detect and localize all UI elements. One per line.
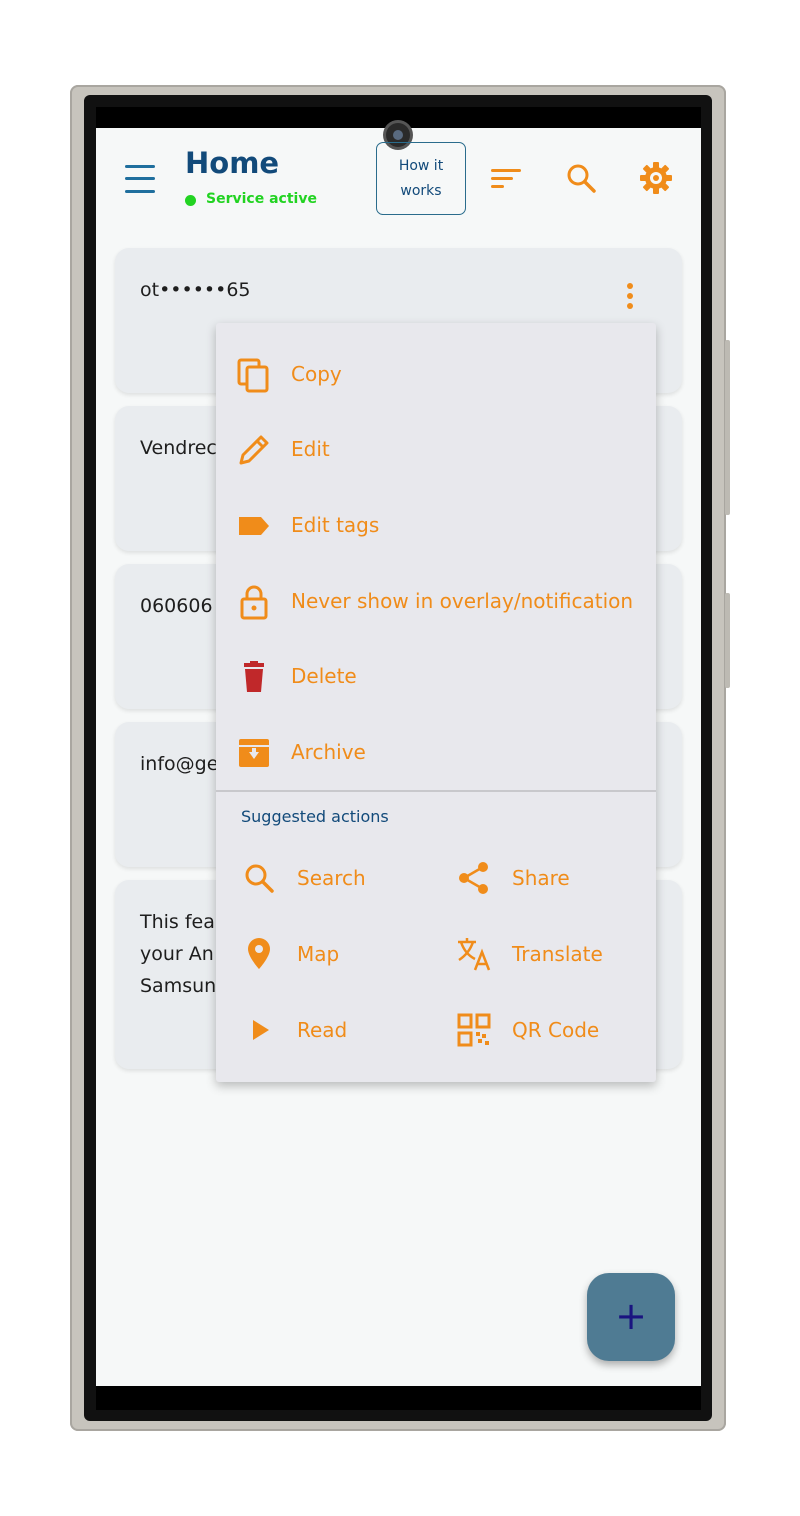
context-menu: Copy Edit Edit tags Never show in overla… — [216, 323, 656, 1082]
clip-text-line: This fea — [140, 911, 215, 933]
side-button — [725, 593, 730, 688]
menu-item-label: Never show in overlay/notification — [291, 589, 634, 613]
suggested-search[interactable]: Search — [241, 855, 441, 905]
service-status: Service active — [206, 191, 317, 207]
how-it-works-label: works — [400, 183, 442, 199]
suggested-label: Read — [297, 1018, 348, 1042]
menu-item-label: Archive — [291, 740, 366, 764]
trash-icon — [244, 661, 264, 692]
status-dot — [185, 195, 196, 206]
suggested-share[interactable]: Share — [456, 855, 656, 905]
menu-item-never-show[interactable]: Never show in overlay/notification — [216, 570, 656, 634]
qr-code-icon — [457, 1013, 491, 1047]
clip-text: This fea your An Samsun — [140, 906, 216, 1002]
copy-icon — [237, 358, 269, 393]
side-button — [725, 340, 730, 515]
clip-text-line: your An — [140, 943, 214, 965]
pencil-icon — [239, 435, 269, 465]
menu-item-copy[interactable]: Copy — [216, 343, 656, 407]
lock-icon — [240, 585, 268, 620]
page-title: Home — [185, 146, 280, 180]
menu-item-label: Delete — [291, 664, 357, 688]
suggested-translate[interactable]: Translate — [456, 931, 656, 981]
how-it-works-label: How it — [398, 158, 444, 174]
clip-text-line: Samsun — [140, 975, 217, 997]
suggested-read[interactable]: Read — [241, 1007, 441, 1057]
tag-icon — [239, 517, 269, 535]
menu-item-edit[interactable]: Edit — [216, 418, 656, 482]
clip-text: 060606 — [140, 595, 213, 617]
clip-text: ot••••••65 — [140, 279, 251, 301]
search-icon[interactable] — [563, 160, 599, 196]
navigation-bar — [96, 1386, 701, 1410]
map-pin-icon — [248, 938, 270, 969]
suggested-qr-code[interactable]: QR Code — [456, 1007, 656, 1057]
menu-item-delete[interactable]: Delete — [216, 645, 656, 709]
suggested-label: Share — [512, 866, 570, 890]
archive-icon — [239, 739, 269, 767]
clip-text: Vendrec — [140, 437, 217, 459]
settings-icon[interactable] — [638, 160, 674, 196]
clip-text: info@ge — [140, 753, 219, 775]
menu-item-archive[interactable]: Archive — [216, 721, 656, 785]
menu-divider — [216, 790, 656, 792]
suggested-label: Map — [297, 942, 340, 966]
suggested-actions-title: Suggested actions — [241, 807, 389, 826]
suggested-label: Search — [297, 866, 366, 890]
menu-item-edit-tags[interactable]: Edit tags — [216, 494, 656, 558]
share-icon — [459, 862, 488, 894]
menu-item-label: Edit tags — [291, 513, 380, 537]
play-icon — [253, 1020, 269, 1040]
suggested-label: Translate — [512, 942, 603, 966]
add-button[interactable]: + — [587, 1273, 675, 1361]
suggested-map[interactable]: Map — [241, 931, 441, 981]
menu-item-label: Copy — [291, 362, 342, 386]
how-it-works-button[interactable]: How it works — [376, 142, 466, 215]
sort-icon[interactable] — [488, 160, 524, 196]
menu-item-label: Edit — [291, 437, 330, 461]
search-icon — [245, 864, 274, 893]
more-options-icon[interactable] — [626, 283, 634, 311]
translate-icon — [458, 938, 491, 971]
menu-icon[interactable] — [125, 163, 155, 195]
suggested-label: QR Code — [512, 1018, 600, 1042]
